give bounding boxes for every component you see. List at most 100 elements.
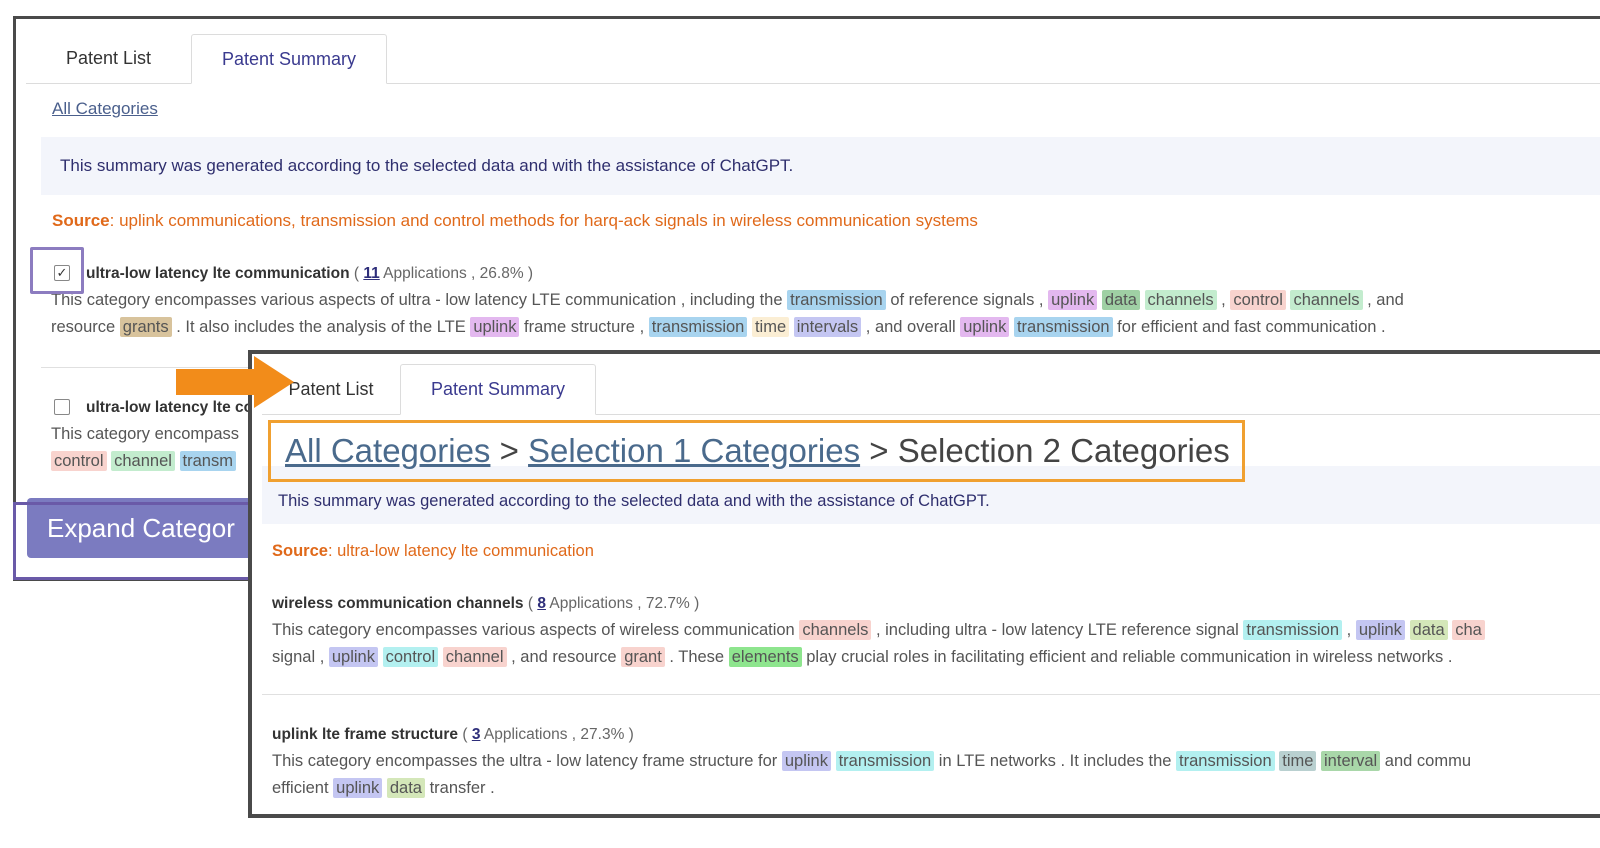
- description-line: signal , uplink control channel , and re…: [272, 644, 1485, 671]
- description-line: This category encompasses various aspect…: [272, 617, 1485, 644]
- highlighted-term: grant: [621, 647, 665, 667]
- highlighted-term: data: [1101, 290, 1140, 310]
- description-text: transfer .: [425, 779, 495, 797]
- highlighted-term: interval: [1321, 751, 1381, 771]
- category-stats: Applications , 26.8% ): [379, 265, 534, 282]
- description-text: , and overall: [861, 318, 961, 336]
- category-stats: Applications , 72.7% ): [545, 595, 700, 612]
- highlighted-term: uplink: [470, 317, 520, 337]
- highlighted-term: channel: [111, 451, 175, 471]
- back-category-1-description: This category encompasses various aspect…: [51, 287, 1404, 341]
- description-text: [831, 752, 836, 770]
- front-source-label: Source: [272, 542, 328, 560]
- highlighted-term: data: [1409, 620, 1448, 640]
- description-line: control channel transm: [51, 448, 239, 475]
- description-text: [1140, 291, 1145, 309]
- description-text: , including ultra - low latency LTE refe…: [871, 621, 1244, 639]
- description-line: efficient uplink data transfer .: [272, 775, 1471, 802]
- highlighted-term: transmission: [648, 317, 748, 337]
- description-text: [175, 452, 180, 470]
- description-text: , and resource: [506, 648, 622, 666]
- description-line: This category encompass: [51, 421, 239, 448]
- category-stats: Applications , 27.3% ): [480, 726, 634, 743]
- highlighted-term: uplink: [960, 317, 1010, 337]
- description-text: for efficient and fast communication .: [1112, 318, 1386, 336]
- highlighted-term: data: [386, 778, 425, 798]
- front-category-2-title: uplink lte frame structure ( 3 Applicati…: [272, 726, 634, 743]
- back-source-line: Source: uplink communications, transmiss…: [52, 211, 978, 231]
- category-name: wireless communication channels: [272, 595, 524, 612]
- back-source-text: : uplink communications, transmission an…: [109, 211, 978, 230]
- description-text: . These: [664, 648, 729, 666]
- highlighted-term: uplink: [333, 778, 383, 798]
- highlighted-term: channel: [442, 647, 507, 667]
- category-name: ultra-low latency lte communication: [86, 265, 350, 282]
- description-line: This category encompasses various aspect…: [51, 287, 1404, 314]
- back-chatgpt-notice: This summary was generated according to …: [41, 137, 1600, 195]
- description-text: , and: [1362, 291, 1404, 309]
- highlighted-term: time: [751, 317, 790, 337]
- highlighted-term: uplink: [781, 751, 831, 771]
- description-text: ,: [1342, 621, 1356, 639]
- breadcrumb-selection-2: Selection 2 Categories: [897, 432, 1230, 469]
- description-text: resource: [51, 318, 120, 336]
- description-text: This category encompasses various aspect…: [272, 621, 800, 639]
- highlighted-term: transmission: [787, 290, 886, 310]
- description-text: of reference signals ,: [885, 291, 1049, 309]
- back-tab-bar: Patent List Patent Summary: [26, 34, 1600, 84]
- breadcrumb-selection-1[interactable]: Selection 1 Categories: [528, 432, 860, 470]
- breadcrumb: All Categories > Selection 1 Categories …: [268, 420, 1245, 482]
- highlighted-term: control: [1230, 290, 1286, 310]
- front-tab-patent-summary[interactable]: Patent Summary: [400, 364, 596, 415]
- breadcrumb-separator: >: [490, 432, 529, 469]
- highlighted-term: grants: [119, 317, 172, 337]
- description-text: signal ,: [272, 648, 329, 666]
- description-text: [1405, 621, 1410, 639]
- back-tab-patent-summary[interactable]: Patent Summary: [191, 34, 387, 84]
- description-text: [378, 648, 383, 666]
- highlighted-term: control: [382, 647, 439, 667]
- highlighted-term: intervals: [793, 317, 862, 337]
- breadcrumb-all-categories[interactable]: All Categories: [285, 432, 490, 470]
- highlighted-term: channels: [1144, 290, 1217, 310]
- category-count-link[interactable]: 11: [363, 265, 379, 282]
- highlighted-term: channels: [799, 620, 872, 640]
- highlighted-term: transmission: [1176, 751, 1275, 771]
- back-source-label: Source: [52, 211, 110, 230]
- front-source-line: Source: ultra-low latency lte communicat…: [272, 542, 594, 561]
- description-text: ,: [1216, 291, 1231, 309]
- front-summary-panel: Patent List Patent Summary This summary …: [248, 350, 1600, 818]
- front-category-1-description: This category encompasses various aspect…: [272, 617, 1485, 671]
- front-divider: [262, 694, 1600, 695]
- description-line: This category encompasses the ultra - lo…: [272, 748, 1471, 775]
- highlighted-term: channels: [1290, 290, 1363, 310]
- highlighted-term: elements: [728, 647, 802, 667]
- highlighted-term: transmission: [835, 751, 935, 771]
- description-text: in LTE networks . It includes the: [934, 752, 1177, 770]
- highlighted-term: control: [51, 451, 107, 471]
- description-text: This category encompasses the ultra - lo…: [272, 752, 782, 770]
- highlighted-term: uplink: [1355, 620, 1405, 640]
- back-category-2-description: This category encompass control channel t…: [51, 421, 239, 475]
- back-tab-patent-list[interactable]: Patent List: [26, 34, 191, 83]
- description-text: play crucial roles in facilitating effic…: [801, 648, 1453, 666]
- front-category-1-title: wireless communication channels ( 8 Appl…: [272, 595, 700, 612]
- back-breadcrumb-all-categories[interactable]: All Categories: [52, 99, 158, 119]
- front-source-text: : ultra-low latency lte communication: [327, 542, 594, 560]
- description-line: resource grants . It also includes the a…: [51, 314, 1404, 341]
- description-text: and commu: [1380, 752, 1472, 770]
- category-name: uplink lte frame structure: [272, 726, 459, 743]
- front-tab-bar: Patent List Patent Summary: [262, 364, 1600, 415]
- description-text: This category encompass: [51, 425, 240, 443]
- highlighted-term: cha: [1452, 620, 1485, 640]
- highlighted-term: transmission: [1243, 620, 1343, 640]
- category-count-link[interactable]: 8: [537, 595, 546, 612]
- expand-button-highlight-frame: [13, 502, 263, 580]
- back-category-2-checkbox[interactable]: [54, 399, 70, 415]
- highlighted-term: transmission: [1013, 317, 1113, 337]
- description-text: efficient: [272, 779, 334, 797]
- front-category-2-description: This category encompasses the ultra - lo…: [272, 748, 1471, 802]
- description-text: . It also includes the analysis of the L…: [171, 318, 471, 336]
- checkbox-highlight-frame: [30, 247, 84, 294]
- orange-arrow-icon: [176, 356, 294, 408]
